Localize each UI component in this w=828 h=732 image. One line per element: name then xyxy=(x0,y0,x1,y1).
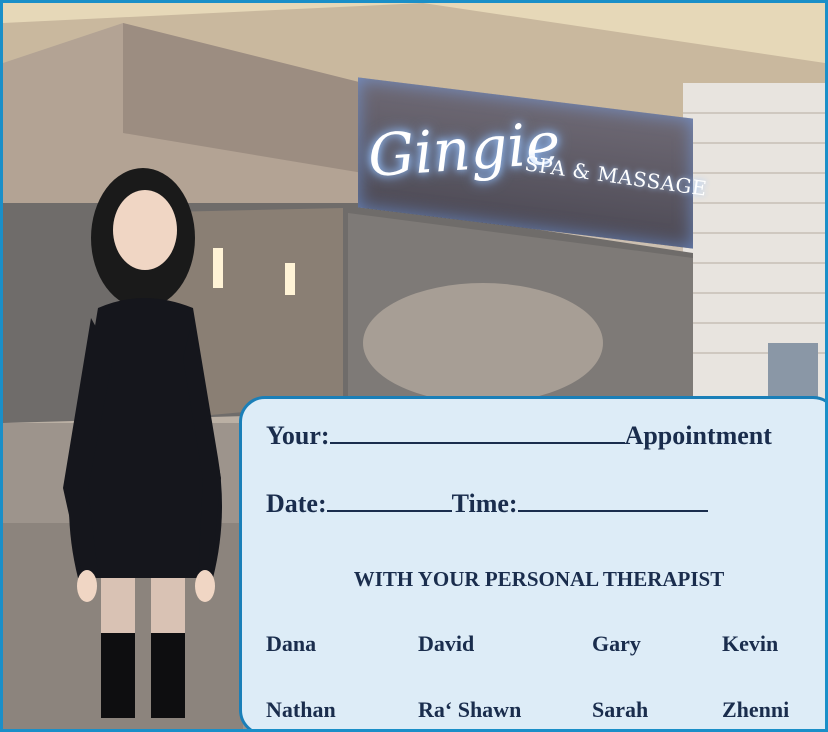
therapist-heading: WITH YOUR PERSONAL THERAPIST xyxy=(353,567,725,591)
spa-sign-script: Gingie xyxy=(365,108,563,191)
your-name-row: Your: Appointment xyxy=(266,421,772,451)
date-time-row: Date: Time: xyxy=(266,489,708,519)
time-label: Time: xyxy=(451,489,518,518)
appointment-label: Appointment xyxy=(624,421,772,450)
therapist-name: Ra‘ Shawn xyxy=(418,697,522,722)
therapist-name: Dana xyxy=(266,631,317,656)
therapist-name: Kevin xyxy=(722,631,779,656)
therapist-name: Nathan xyxy=(266,697,336,722)
your-label: Your: xyxy=(266,421,330,450)
appointment-card-image: Gingie SPA & MASSAGE Your: Appointment Da… xyxy=(0,0,828,732)
therapist-name: Gary xyxy=(592,631,641,656)
therapist-figure xyxy=(63,168,222,718)
date-blank[interactable] xyxy=(326,510,452,512)
appointment-card: Your: Appointment Date: Time: WITH YOUR PE… xyxy=(239,396,825,729)
therapist-name: Sarah xyxy=(592,697,649,722)
name-blank[interactable] xyxy=(329,442,625,444)
therapist-name: Zhenni xyxy=(722,697,790,722)
date-label: Date: xyxy=(266,489,327,518)
time-blank[interactable] xyxy=(517,510,708,512)
therapist-name: David xyxy=(418,631,475,656)
